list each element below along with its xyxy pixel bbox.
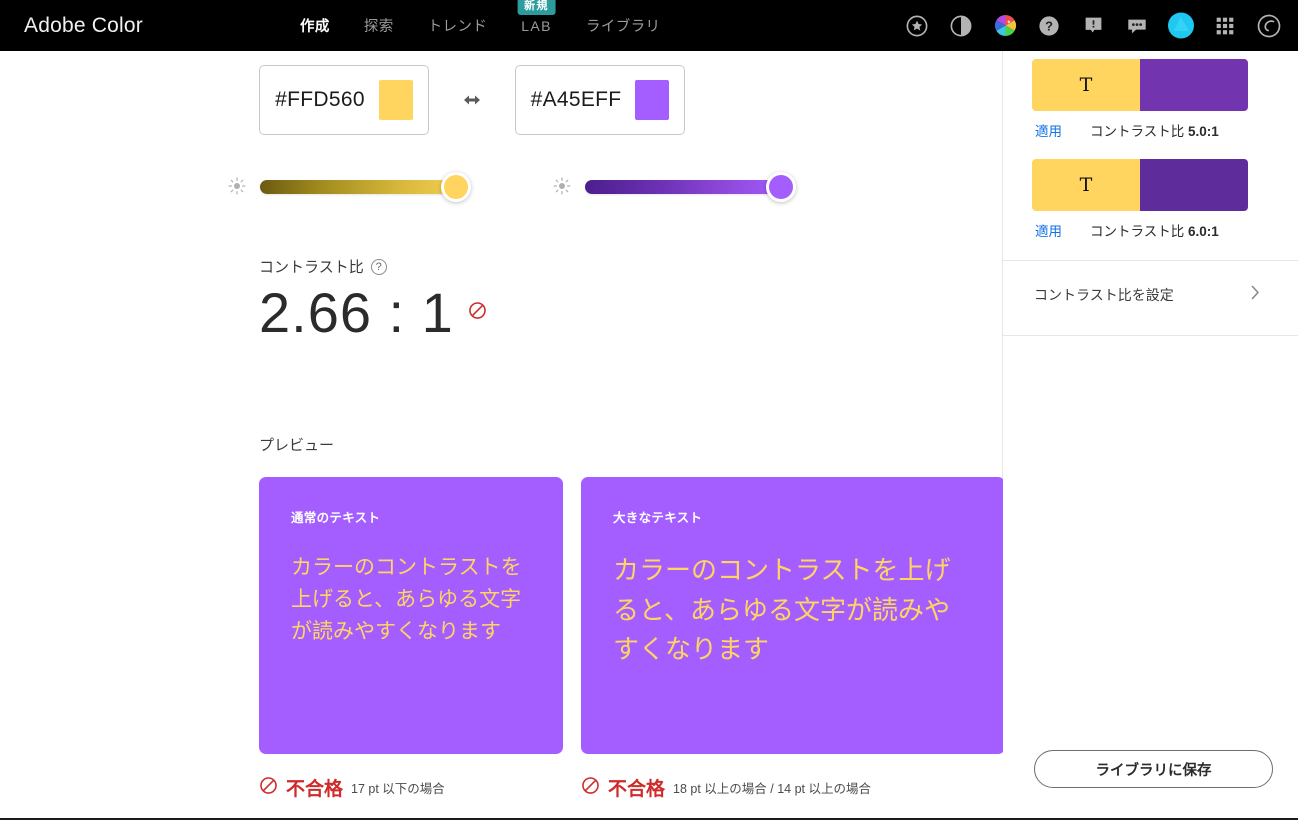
preview-cards: 通常のテキスト カラーのコントラストを上げると、あらゆる文字が読みやすくなります… xyxy=(259,477,1005,754)
preview-card-normal-text: 通常のテキスト カラーのコントラストを上げると、あらゆる文字が読みやすくなります xyxy=(259,477,563,754)
profile-avatar[interactable] xyxy=(1168,12,1194,39)
new-badge: 新規 xyxy=(517,0,556,15)
tab-create-label: 作成 xyxy=(300,19,330,35)
tab-lab-label: LAB xyxy=(521,17,552,34)
chat-icon[interactable] xyxy=(1124,13,1150,39)
brightness-slider-row xyxy=(0,163,1003,223)
suggestion-ratio-value: 6.0:1 xyxy=(1188,224,1219,239)
set-contrast-ratio-row[interactable]: コントラスト比を設定 xyxy=(1003,261,1298,329)
svg-text:?: ? xyxy=(1045,18,1053,33)
foreground-color-field[interactable]: #FFD560 xyxy=(259,65,429,135)
tab-explore-label: 探索 xyxy=(363,19,394,35)
preview-card-kicker: 大きなテキスト xyxy=(613,511,703,525)
contrast-ratio-label-row: コントラスト比 ? xyxy=(259,256,487,277)
creative-cloud-icon[interactable] xyxy=(1256,13,1282,39)
preview-card-kicker: 通常のテキスト xyxy=(291,511,381,525)
apply-suggestion-link[interactable]: 適用 xyxy=(1035,220,1062,240)
background-hex-value[interactable]: #A45EFF xyxy=(531,88,622,112)
contrast-ratio-value: 2.66 : 1 xyxy=(259,281,454,344)
preview-section-label: プレビュー xyxy=(259,437,335,454)
tab-library-label: ライブラリ xyxy=(585,19,661,35)
notification-icon[interactable] xyxy=(1080,13,1106,39)
sidebar-divider-lower xyxy=(1003,335,1298,336)
main-content-area: #FFD560 #A45EFF コントラスト比 ? 2.66: 1 プレビュー… xyxy=(0,51,1005,820)
tab-trends-label: トレンド xyxy=(427,19,488,35)
background-color-field[interactable]: #A45EFF xyxy=(515,65,685,135)
suggestion-swatch[interactable]: T xyxy=(1032,159,1248,211)
suggestion-background-half xyxy=(1140,59,1248,111)
suggestions-sidebar: T 適用 コントラスト比 5.0:1 T 適用 コントラスト比 6.0:1 コン… xyxy=(1003,51,1298,820)
contrast-icon[interactable] xyxy=(948,13,974,39)
star-icon[interactable] xyxy=(904,13,930,39)
verdict-status-text: 不合格 xyxy=(608,779,666,800)
background-color-chip[interactable] xyxy=(635,80,670,120)
suggestion-meta: 適用 コントラスト比 5.0:1 xyxy=(1032,111,1270,154)
suggestion-ratio: コントラスト比 6.0:1 xyxy=(1090,220,1219,240)
app-grid-icon[interactable] xyxy=(1212,13,1238,39)
preview-card-body: カラーのコントラストを上げると、あらゆる文字が読みやすくなります xyxy=(613,556,951,666)
verdict-normal-text: 不合格 17 pt 以下の場合 xyxy=(259,774,581,801)
background-slider-track[interactable] xyxy=(585,172,796,202)
suggestion-ratio: コントラスト比 5.0:1 xyxy=(1090,120,1219,140)
tab-explore[interactable]: 探索 xyxy=(364,15,394,36)
background-brightness-slider[interactable] xyxy=(553,172,796,202)
suggestion-item: T 適用 コントラスト比 6.0:1 xyxy=(1032,159,1270,254)
nav-tabs: 作成 探索 トレンド 新規 LAB ライブラリ xyxy=(300,0,660,51)
blocked-icon xyxy=(259,776,278,800)
brightness-icon xyxy=(553,177,573,197)
foreground-slider-track[interactable] xyxy=(260,172,471,202)
verdict-row: 不合格 17 pt 以下の場合 不合格 18 pt 以上の場合 / 14 pt … xyxy=(259,774,871,801)
color-wheel-icon[interactable] xyxy=(992,13,1018,39)
foreground-brightness-slider[interactable] xyxy=(228,172,471,202)
contrast-ratio-value-row: 2.66 : 1 xyxy=(259,285,487,341)
apply-suggestion-link[interactable]: 適用 xyxy=(1035,120,1062,140)
suggestion-list: T 適用 コントラスト比 5.0:1 T 適用 コントラスト比 6.0:1 xyxy=(1003,51,1298,254)
contrast-ratio-label: コントラスト比 xyxy=(259,259,364,276)
tab-create[interactable]: 作成 xyxy=(300,15,330,36)
help-circle-icon[interactable]: ? xyxy=(370,258,387,275)
suggestion-sample-letter: T xyxy=(1032,159,1140,211)
save-to-library-button[interactable]: ライブラリに保存 xyxy=(1034,750,1273,788)
verdict-note: 18 pt 以上の場合 / 14 pt 以上の場合 xyxy=(673,782,871,796)
foreground-color-chip[interactable] xyxy=(378,80,413,120)
swap-colors-icon[interactable] xyxy=(429,92,515,108)
top-navigation-bar: Adobe Color 作成 探索 トレンド 新規 LAB ライブラリ ? xyxy=(0,0,1298,51)
adobe-color-accessibility-page: Adobe Color 作成 探索 トレンド 新規 LAB ライブラリ ? #F… xyxy=(0,0,1298,820)
brightness-icon xyxy=(228,177,248,197)
color-pair-row: #FFD560 #A45EFF xyxy=(259,65,685,135)
foreground-hex-value[interactable]: #FFD560 xyxy=(275,88,365,112)
tab-trends[interactable]: トレンド xyxy=(428,15,488,36)
blocked-icon xyxy=(468,301,487,325)
preview-card-large-text: 大きなテキスト カラーのコントラストを上げると、あらゆる文字が読みやすくなります xyxy=(581,477,1005,754)
blocked-icon xyxy=(581,776,600,800)
suggestion-meta: 適用 コントラスト比 6.0:1 xyxy=(1032,211,1270,254)
verdict-large-text: 不合格 18 pt 以上の場合 / 14 pt 以上の場合 xyxy=(581,774,871,801)
suggestion-ratio-label: コントラスト比 xyxy=(1090,224,1185,239)
verdict-status-text: 不合格 xyxy=(286,779,344,800)
suggestion-background-half xyxy=(1140,159,1248,211)
help-icon[interactable]: ? xyxy=(1036,13,1062,39)
preview-card-body: カラーのコントラストを上げると、あらゆる文字が読みやすくなります xyxy=(291,555,522,643)
contrast-ratio-block: コントラスト比 ? 2.66 : 1 xyxy=(259,256,487,341)
tab-library[interactable]: ライブラリ xyxy=(586,15,661,36)
suggestion-ratio-label: コントラスト比 xyxy=(1090,124,1185,139)
suggestion-ratio-value: 5.0:1 xyxy=(1188,124,1219,139)
background-slider-knob[interactable] xyxy=(766,172,796,202)
chevron-right-icon xyxy=(1251,285,1260,305)
set-contrast-ratio-label: コントラスト比を設定 xyxy=(1034,287,1174,303)
suggestion-sample-letter: T xyxy=(1032,59,1140,111)
header-icon-group: ? xyxy=(904,0,1282,51)
tab-lab[interactable]: 新規 LAB xyxy=(517,0,556,34)
foreground-slider-knob[interactable] xyxy=(441,172,471,202)
suggestion-swatch[interactable]: T xyxy=(1032,59,1248,111)
app-brand-title: Adobe Color xyxy=(24,13,143,37)
verdict-note: 17 pt 以下の場合 xyxy=(351,782,445,796)
suggestion-item: T 適用 コントラスト比 5.0:1 xyxy=(1032,59,1270,154)
